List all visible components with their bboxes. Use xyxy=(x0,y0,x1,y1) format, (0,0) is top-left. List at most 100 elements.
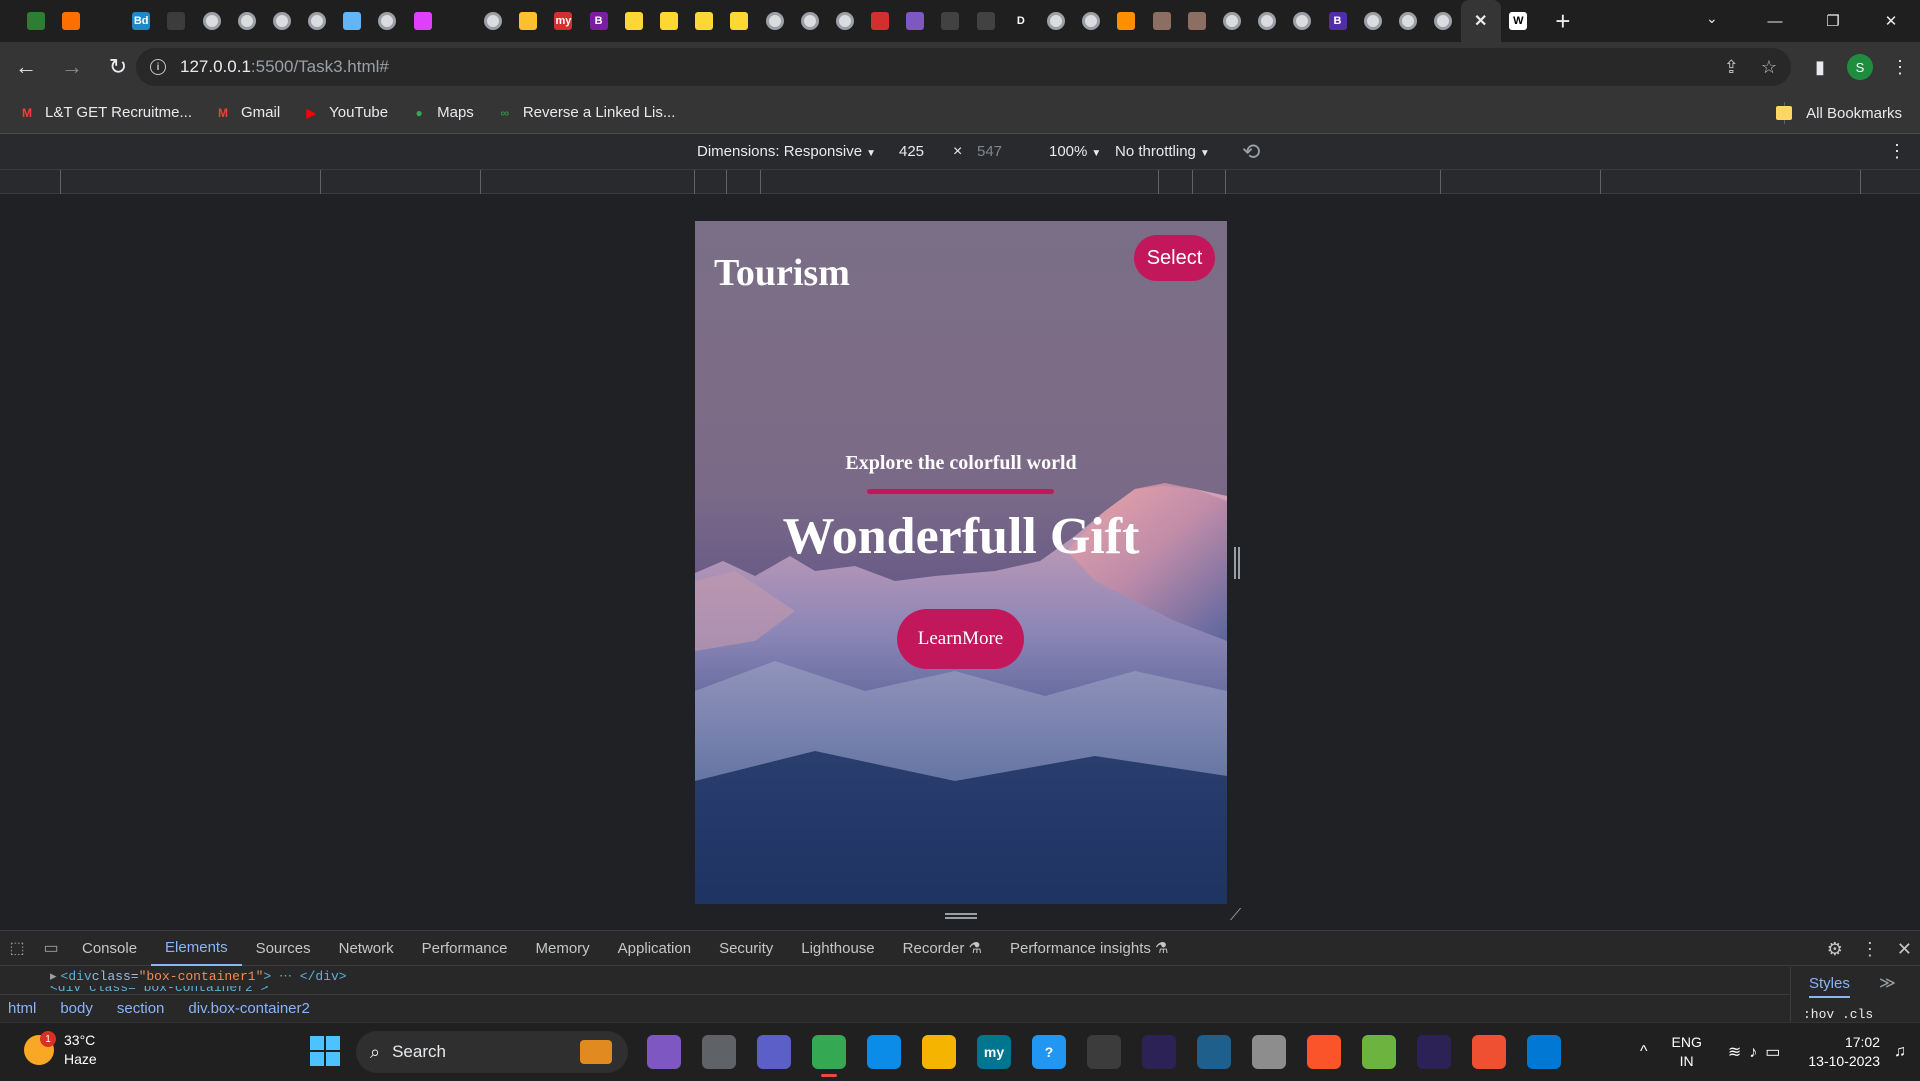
more-tabs-icon[interactable]: ≫ xyxy=(1879,973,1896,993)
browser-tab[interactable] xyxy=(1285,0,1320,42)
side-panel-icon[interactable]: ▮ xyxy=(1800,57,1840,78)
show-hidden-icons-icon[interactable]: ^ xyxy=(1640,1043,1648,1061)
devtools-tab[interactable]: Recorder ⚗ xyxy=(889,930,996,966)
browser-tab[interactable] xyxy=(933,0,968,42)
browser-tab[interactable] xyxy=(264,0,299,42)
browser-tab[interactable] xyxy=(159,0,194,42)
browser-tab[interactable] xyxy=(722,0,757,42)
viewport-resize-handle-right[interactable] xyxy=(1234,547,1240,579)
dimensions-dropdown[interactable]: Dimensions: Responsive ▼ xyxy=(697,143,876,160)
expand-arrow-icon[interactable]: ▸ xyxy=(50,969,57,984)
eclipse-icon[interactable] xyxy=(1142,1035,1176,1069)
address-bar[interactable]: i 127.0.0.1:5500/Task3.html# ⇪ ☆ xyxy=(136,48,1791,86)
vscode-icon[interactable] xyxy=(1527,1035,1561,1069)
browser-tab[interactable] xyxy=(687,0,722,42)
browser-tab[interactable] xyxy=(475,0,510,42)
weather-widget[interactable]: 1 33°C Haze xyxy=(24,1031,97,1069)
file-explorer-icon[interactable] xyxy=(922,1035,956,1069)
bookmark-item[interactable]: ▶ YouTube xyxy=(302,104,389,121)
devtools-tab[interactable]: Performance insights ⚗ xyxy=(996,930,1183,966)
language-indicator[interactable]: ENG IN xyxy=(1672,1033,1702,1071)
breadcrumb-item[interactable]: div.box-container2 xyxy=(188,1000,309,1017)
browser-tab[interactable] xyxy=(18,0,53,42)
height-input[interactable]: 547 xyxy=(977,143,1002,160)
bookmark-item[interactable]: ∞ Reverse a Linked Lis... xyxy=(496,104,676,121)
devtools-tab[interactable]: Security xyxy=(705,930,787,966)
minimize-button[interactable]: — xyxy=(1746,13,1804,30)
browser-tab[interactable]: B xyxy=(1320,0,1355,42)
teams-icon[interactable] xyxy=(757,1035,791,1069)
site-logo[interactable]: Tourism xyxy=(714,251,850,295)
settings-gear-icon[interactable]: ⚙ xyxy=(1827,939,1843,960)
width-input[interactable]: 425 xyxy=(899,143,924,160)
breadcrumb-item[interactable]: html xyxy=(8,1000,36,1017)
browser-tab[interactable] xyxy=(1390,0,1425,42)
device-toggle-icon[interactable]: ▭ xyxy=(34,938,68,958)
browser-tab[interactable] xyxy=(1426,0,1461,42)
url-text[interactable]: 127.0.0.1:5500/Task3.html# xyxy=(180,57,389,77)
clock[interactable]: 17:02 13-10-2023 xyxy=(1808,1033,1880,1071)
browser-tab[interactable] xyxy=(1144,0,1179,42)
browser-tab[interactable] xyxy=(1214,0,1249,42)
browser-tab[interactable] xyxy=(53,0,88,42)
browser-tab[interactable]: D xyxy=(1003,0,1038,42)
active-tab[interactable]: ✕ xyxy=(1460,0,1501,42)
git-icon[interactable] xyxy=(1472,1035,1506,1069)
copilot-icon[interactable] xyxy=(647,1035,681,1069)
devtools-tab[interactable]: Application xyxy=(604,930,705,966)
edge-icon[interactable] xyxy=(867,1035,901,1069)
devtools-tab[interactable]: Lighthouse xyxy=(787,930,888,966)
eclipse2-icon[interactable] xyxy=(1417,1035,1451,1069)
browser-tab[interactable] xyxy=(1355,0,1390,42)
breadcrumb-item[interactable]: section xyxy=(117,1000,165,1017)
styles-filter-buttons[interactable]: :hov .cls xyxy=(1803,1007,1873,1022)
browser-tab[interactable] xyxy=(968,0,1003,42)
browser-tab[interactable] xyxy=(370,0,405,42)
task-view-icon[interactable] xyxy=(702,1035,736,1069)
browser-tab[interactable] xyxy=(1109,0,1144,42)
browser-tab[interactable] xyxy=(651,0,686,42)
taskbar-search[interactable]: ⌕ Search xyxy=(356,1031,628,1073)
share-icon[interactable]: ⇪ xyxy=(1724,57,1739,78)
browser-tab[interactable] xyxy=(616,0,651,42)
notification-icon[interactable]: ♫ xyxy=(1894,1043,1906,1061)
browser-tab[interactable] xyxy=(405,0,440,42)
browser-tab[interactable] xyxy=(300,0,335,42)
help-icon[interactable]: ? xyxy=(1032,1035,1066,1069)
browser-menu-icon[interactable]: ⋮ xyxy=(1880,57,1920,78)
select-button[interactable]: Select xyxy=(1134,235,1215,281)
restore-button[interactable]: ❐ xyxy=(1804,12,1862,30)
zoom-dropdown[interactable]: 100% ▼ xyxy=(1049,143,1101,160)
bookmark-item[interactable]: M Gmail xyxy=(214,104,280,121)
browser-tab[interactable] xyxy=(1038,0,1073,42)
inspect-element-icon[interactable]: ⬚ xyxy=(0,938,34,958)
devtools-tab[interactable]: Sources xyxy=(242,930,325,966)
browser-tab[interactable] xyxy=(229,0,264,42)
browser-tab[interactable] xyxy=(757,0,792,42)
throttling-dropdown[interactable]: No throttling ▼ xyxy=(1115,143,1210,160)
store-icon[interactable] xyxy=(1087,1035,1121,1069)
devtools-tab[interactable]: Performance xyxy=(408,930,522,966)
dom-tree-line[interactable]: ▸ <div class= "box-container1" > ⋯ </div… xyxy=(0,966,1920,986)
browser-tab[interactable]: Bd xyxy=(124,0,159,42)
browser-tab[interactable]: my xyxy=(546,0,581,42)
viewport-resize-handle-bottom[interactable] xyxy=(945,913,977,919)
browser-tab[interactable] xyxy=(1179,0,1214,42)
mysql-icon[interactable]: my xyxy=(977,1035,1011,1069)
close-window-button[interactable]: ✕ xyxy=(1862,12,1920,30)
viewport-resize-corner-icon[interactable]: ⟋ xyxy=(1230,907,1241,925)
tab-search-button[interactable]: ⌄ xyxy=(1706,10,1718,27)
spring-icon[interactable] xyxy=(1362,1035,1396,1069)
browser-tab[interactable] xyxy=(863,0,898,42)
back-button[interactable]: ← xyxy=(6,47,46,87)
start-button[interactable] xyxy=(310,1036,340,1066)
devtools-tab[interactable]: Elements xyxy=(151,930,242,966)
close-tab-icon[interactable]: ✕ xyxy=(1472,12,1490,30)
browser-tab[interactable]: W xyxy=(1501,0,1536,42)
browser-tab[interactable] xyxy=(792,0,827,42)
dom-tree-line-partial[interactable]: <div class="box-container2"> xyxy=(0,986,1920,994)
wifi-volume-battery-icons[interactable]: ≋♪▭ xyxy=(1728,1042,1789,1062)
devtools-tab[interactable]: Memory xyxy=(522,930,604,966)
browser-tab[interactable] xyxy=(194,0,229,42)
all-bookmarks-button[interactable]: All Bookmarks xyxy=(1776,92,1902,134)
